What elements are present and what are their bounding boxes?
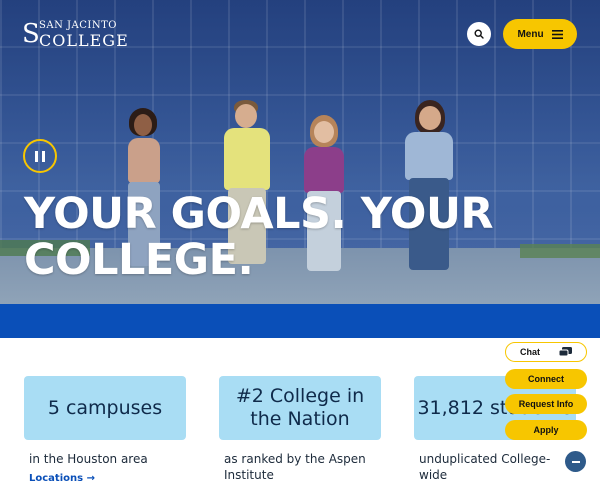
stat-card-ranking: #2 College in the Nation (219, 376, 381, 440)
logo-name-bottom: COLLEGE (39, 31, 129, 50)
menu-button[interactable]: Menu (503, 19, 577, 49)
apply-label: Apply (533, 425, 559, 435)
search-button[interactable] (467, 22, 491, 46)
minus-icon (571, 460, 580, 463)
pause-video-button[interactable] (23, 139, 57, 173)
menu-label: Menu (517, 28, 544, 40)
stat-description: in the Houston area (29, 452, 148, 466)
chat-label: Chat (520, 347, 540, 357)
stat-description: as ranked by the Aspen Institute (224, 452, 366, 482)
chat-bubble-icon (559, 347, 572, 357)
collapse-actions-button[interactable] (565, 451, 586, 472)
connect-button[interactable]: Connect (505, 369, 587, 389)
search-icon (474, 29, 484, 39)
pause-icon (33, 147, 47, 166)
hero-section: S SAN JACINTO COLLEGE Menu YOUR GOALS. Y… (0, 0, 600, 338)
chat-button[interactable]: Chat (505, 342, 587, 362)
logo-mark: S (22, 19, 40, 49)
college-logo[interactable]: S SAN JACINTO COLLEGE (22, 18, 137, 50)
locations-link-label: Locations (29, 473, 84, 484)
locations-link[interactable]: Locations → (29, 473, 95, 484)
logo-name-top: SAN JACINTO (39, 20, 117, 31)
stat-value: 5 campuses (47, 396, 163, 419)
hamburger-icon (551, 29, 563, 39)
apply-button[interactable]: Apply (505, 420, 587, 440)
arrow-right-icon: → (86, 473, 95, 484)
request-info-label: Request Info (518, 399, 574, 409)
stat-value: #2 College in the Nation (235, 385, 365, 430)
connect-label: Connect (528, 374, 564, 384)
hero-headline: YOUR GOALS. YOUR COLLEGE. (24, 189, 494, 285)
hero-accent-band (0, 304, 600, 338)
request-info-button[interactable]: Request Info (505, 394, 587, 414)
stat-description: unduplicated College-wide (419, 452, 551, 482)
stat-card-campuses: 5 campuses (24, 376, 186, 440)
